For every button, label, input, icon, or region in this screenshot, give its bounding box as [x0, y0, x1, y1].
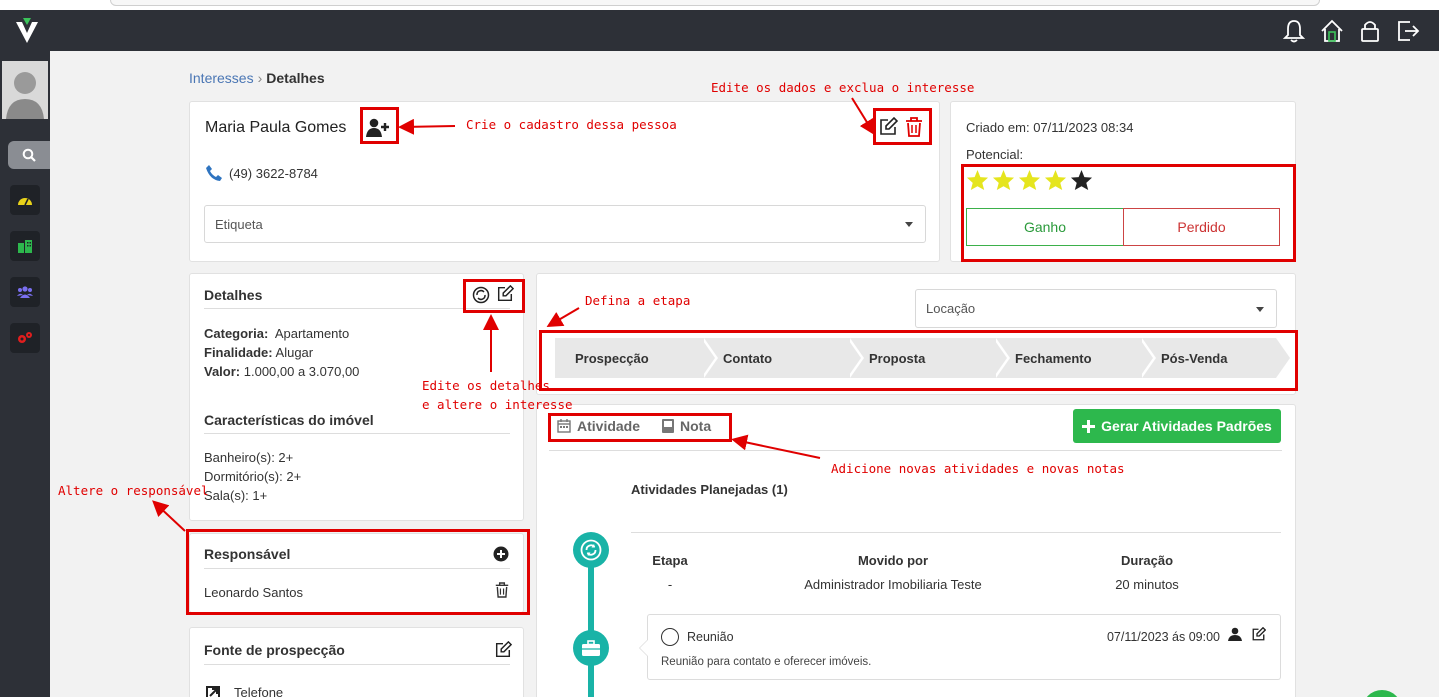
phone-icon: [206, 165, 222, 181]
highlight-responsible: [186, 529, 530, 615]
home-icon[interactable]: [1319, 18, 1345, 44]
planned-activities-title: Atividades Planejadas (1): [631, 482, 788, 497]
divider: [204, 433, 510, 434]
created-at: Criado em: 07/11/2023 08:34: [966, 120, 1133, 135]
sidebar-search[interactable]: [8, 141, 50, 169]
detail-row-value: Valor: 1.000,00 a 3.070,00: [204, 364, 360, 379]
tag-select-placeholder: Etiqueta: [215, 216, 263, 232]
col-value-moved-by: Administrador Imobiliaria Teste: [804, 577, 982, 592]
search-icon: [22, 148, 36, 162]
caret-down-icon: [1256, 306, 1264, 312]
source-row: Telefone: [206, 685, 283, 697]
avatar[interactable]: [2, 61, 48, 119]
timeline-sync-node: [573, 532, 609, 568]
caret-down-icon: [905, 222, 913, 227]
logout-icon[interactable]: [1395, 18, 1421, 44]
app-logo[interactable]: [14, 16, 40, 46]
highlight-details-actions: [463, 279, 525, 313]
address-bar[interactable]: [110, 0, 1320, 6]
annotation-edit-details-2: e altere o interesse: [422, 397, 573, 412]
feature-item: Dormitório(s): 2+: [204, 469, 302, 484]
breadcrumb: Interesses › Detalhes: [189, 70, 325, 86]
highlight-add-person: [360, 107, 399, 144]
gears-icon: [18, 332, 32, 343]
features-list: Banheiro(s): 2+ Dormitório(s): 2+ Sala(s…: [204, 448, 301, 505]
funnel-select-value: Locação: [926, 301, 976, 316]
annotation-edit-delete: Edite os dados e exclua o interesse: [711, 80, 975, 95]
activity-description: Reunião para contato e oferecer imóveis.: [661, 656, 872, 668]
edit-activity-icon[interactable]: [1251, 626, 1267, 645]
source-card: Fonte de prospecção Telefone: [189, 627, 524, 697]
annotation-change-responsible: Altere o responsável: [58, 483, 209, 498]
feature-item: Banheiro(s): 2+: [204, 450, 294, 465]
activity-datetime: 07/11/2023 ás 09:00: [1106, 630, 1220, 644]
lead-phone: (49) 3622-8784: [205, 164, 318, 182]
top-bar: [0, 10, 1439, 51]
sidebar-item-properties[interactable]: [10, 231, 40, 261]
activity-item[interactable]: Reunião 07/11/2023 ás 09:00 Reunião para…: [639, 614, 1281, 680]
col-header-stage: Etapa: [652, 553, 688, 568]
feature-item: Sala(s): 1+: [204, 488, 268, 503]
users-icon: [17, 286, 33, 298]
plus-icon: [1082, 419, 1096, 433]
generate-activities-label: Gerar Atividades Padrões: [1101, 418, 1272, 434]
breadcrumb-parent[interactable]: Interesses: [189, 70, 254, 86]
external-link-icon: [206, 685, 220, 697]
lock-icon[interactable]: [1357, 18, 1383, 44]
chevron-right-icon: ›: [257, 70, 263, 86]
briefcase-icon: [582, 640, 600, 656]
sidebar: [0, 51, 50, 697]
col-value-stage: -: [667, 577, 673, 592]
divider: [631, 532, 1281, 533]
detail-row-category: Categoria: Apartamento: [204, 326, 350, 341]
col-header-moved-by: Movido por: [857, 553, 929, 568]
tag-select[interactable]: Etiqueta: [204, 205, 926, 243]
divider: [204, 664, 510, 665]
col-header-duration: Duração: [1120, 553, 1174, 568]
browser-address-area: [0, 0, 1439, 10]
timeline-line: [588, 550, 594, 697]
annotation-create-person: Crie o cadastro dessa pessoa: [466, 117, 677, 132]
funnel-select[interactable]: Locação: [915, 289, 1277, 328]
gauge-icon: [18, 198, 32, 206]
annotation-edit-details-1: Edite os detalhes: [422, 378, 550, 393]
highlight-potential: [961, 164, 1296, 262]
created-value: 07/11/2023 08:34: [1033, 120, 1134, 135]
edit-source-icon[interactable]: [494, 640, 513, 662]
breadcrumb-current: Detalhes: [266, 70, 325, 86]
sidebar-item-people[interactable]: [10, 277, 40, 307]
highlight-tabs: [548, 413, 732, 442]
sidebar-item-settings[interactable]: [10, 323, 40, 353]
potential-label: Potencial:: [966, 147, 1024, 162]
sidebar-item-dashboard[interactable]: [10, 185, 40, 215]
source-title: Fonte de prospecção: [204, 642, 345, 658]
sync-icon: [580, 539, 602, 561]
highlight-stages: [539, 330, 1298, 391]
activity-check-circle[interactable]: [661, 628, 679, 646]
lead-name: Maria Paula Gomes: [205, 119, 347, 136]
lead-phone-number: (49) 3622-8784: [229, 165, 318, 181]
details-title: Detalhes: [204, 287, 263, 303]
chat-button[interactable]: [1362, 690, 1402, 697]
annotation-add-activities: Adicione novas atividades e novas notas: [831, 461, 1125, 476]
bell-icon[interactable]: [1281, 18, 1307, 44]
annotation-set-stage: Defina a etapa: [585, 293, 691, 308]
source-value: Telefone: [234, 685, 284, 697]
details-rows: Categoria: Apartamento Finalidade: Aluga…: [204, 324, 359, 381]
divider: [549, 450, 1282, 451]
user-icon[interactable]: [1228, 627, 1242, 644]
generate-activities-button[interactable]: Gerar Atividades Padrões: [1073, 409, 1281, 443]
created-label: Criado em:: [966, 120, 1030, 135]
activity-title: Reunião: [687, 630, 734, 644]
col-value-duration: 20 minutos: [1115, 577, 1179, 592]
building-icon: [18, 240, 32, 253]
highlight-edit-delete: [873, 108, 932, 145]
features-title: Características do imóvel: [204, 412, 374, 428]
timeline-meeting-node: [573, 630, 609, 666]
detail-row-purpose: Finalidade: Alugar: [204, 345, 314, 360]
